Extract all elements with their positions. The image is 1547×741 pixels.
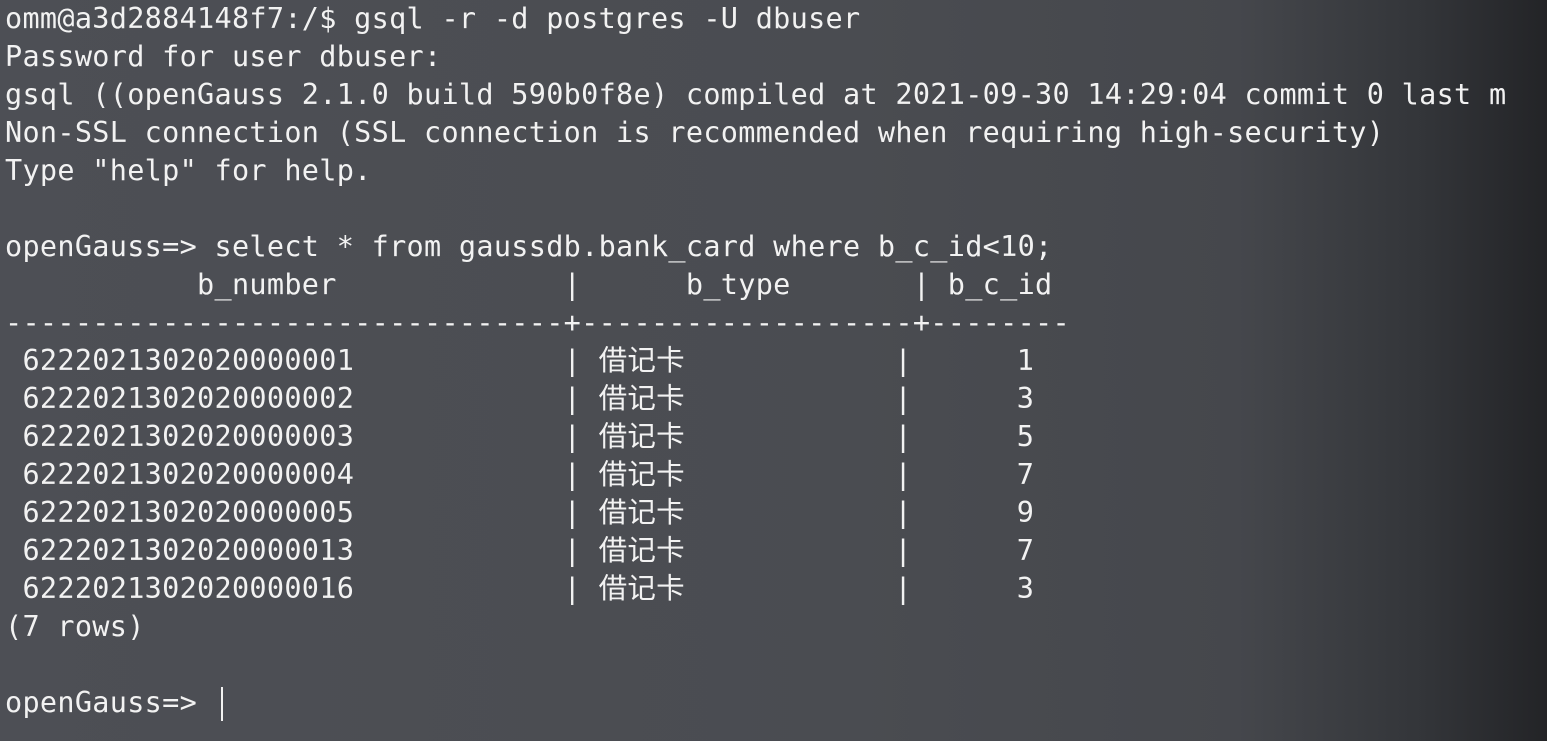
terminal-line-command: omm@a3d2884148f7:/$ gsql -r -d postgres … [5,2,861,35]
table-row: 6222021302020000002 | 借记卡 | 3 [5,382,1035,415]
terminal-line-version: gsql ((openGauss 2.1.0 build 590b0f8e) c… [5,78,1507,111]
prompt-text: openGauss=> [5,686,215,719]
table-separator: --------------------------------+-------… [5,306,1070,339]
terminal-window[interactable]: omm@a3d2884148f7:/$ gsql -r -d postgres … [0,0,1547,741]
table-row: 6222021302020000016 | 借记卡 | 3 [5,572,1035,605]
text-cursor [220,687,223,721]
terminal-line-ssl: Non-SSL connection (SSL connection is re… [5,116,1385,149]
table-row: 6222021302020000013 | 借记卡 | 7 [5,534,1035,567]
table-row: 6222021302020000005 | 借记卡 | 9 [5,496,1035,529]
terminal-line-password: Password for user dbuser: [5,40,442,73]
row-count: (7 rows) [5,610,145,643]
terminal-prompt-line[interactable]: openGauss=> [5,684,223,722]
terminal-line-query: openGauss=> select * from gaussdb.bank_c… [5,230,1053,263]
table-header: b_number | b_type | b_c_id [5,268,1070,301]
terminal-line-help: Type "help" for help. [5,154,372,187]
table-row: 6222021302020000003 | 借记卡 | 5 [5,420,1035,453]
table-row: 6222021302020000004 | 借记卡 | 7 [5,458,1035,491]
table-row: 6222021302020000001 | 借记卡 | 1 [5,344,1035,377]
